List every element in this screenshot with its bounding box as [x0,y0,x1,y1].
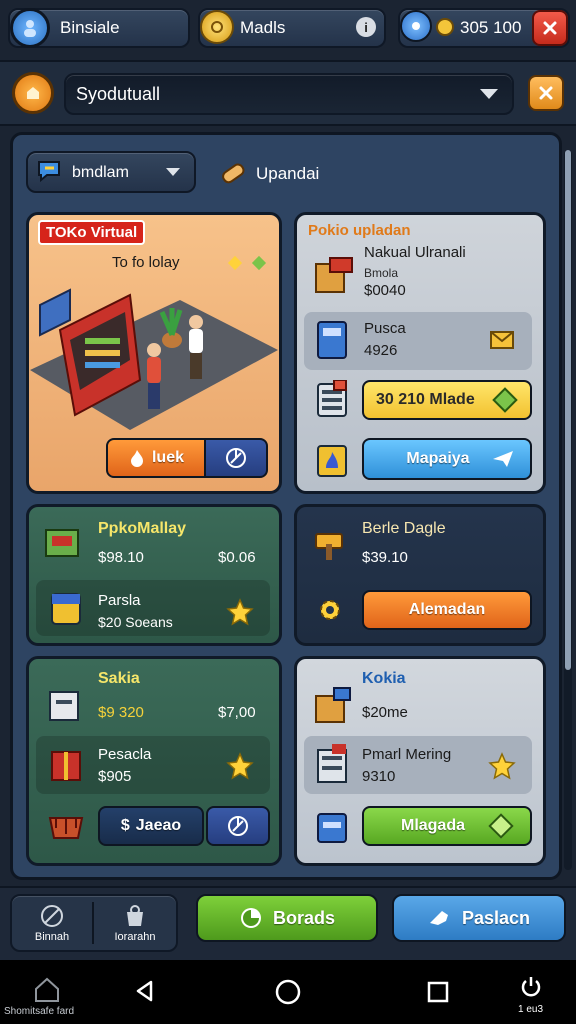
book-icon [314,318,350,362]
updates-item3-label: 30 210 Mlade [376,391,475,408]
tab-iorarahn-label: Iorarahn [114,931,156,943]
system-clock: 1 eu3 [518,1004,544,1015]
update-label[interactable]: Upandai [256,164,319,184]
coins-value: 305 100 [460,18,522,37]
updates-title: Pokio upladan [308,222,411,239]
paslacn-label: Paslacn [461,907,531,928]
sakla-button[interactable]: $ Jaeao [98,806,204,846]
sakla-price-left: $9 320 [98,704,144,721]
sakla-title: Sakia [98,670,140,687]
drawer-icon [314,808,350,846]
sakla-compass-button[interactable] [206,806,270,846]
close-panel-icon[interactable] [528,75,564,111]
compass-icon-2 [228,816,248,836]
flame-icon [128,449,146,467]
kokia-item-value: 9310 [362,768,396,785]
store-primary-button[interactable]: luek [106,438,206,478]
updates-item4-label: Mapaiya [406,450,470,467]
kokia-price: $20me [362,704,408,721]
gear-icon [316,596,344,624]
gear-coin-icon [400,10,432,42]
market-item-value: $20 Soeans [98,614,173,630]
market-price-right: $0.06 [218,549,256,566]
filter-value: bmdlam [72,164,129,181]
kokia-button-label: Mlagada [400,817,465,834]
updates-item2-name: Pusca [364,320,406,337]
tab-binnah[interactable]: Binnah [12,896,92,950]
sakla-price-right: $7,00 [218,704,256,721]
back-icon[interactable] [130,976,160,1006]
boards-label: Borads [272,907,335,928]
sakla-button-label: Jaeao [135,817,182,834]
gift-icon [46,742,86,786]
market-price-left: $98.10 [98,549,144,566]
sakla-item-value: $905 [98,768,132,785]
bundle-button-label: Alemadan [408,601,486,618]
system-caption: Shomitsafe fard [4,1006,75,1017]
medal-icon [200,10,234,44]
power-icon[interactable] [516,974,546,1000]
cash-register-icon [42,520,84,562]
main-dropdown-value: Syodutuall [76,84,161,104]
boards-icon [239,906,263,930]
kokia-title: Kokia [362,670,406,687]
envelope-icon [488,326,516,354]
profile-name: Binsiale [60,18,120,37]
boards-button[interactable]: Borads [196,894,378,942]
fire-box-icon [314,440,350,480]
package-icon [312,684,356,728]
star-icon-2 [226,752,254,780]
kokia-item-name: Pmarl Mering [362,746,452,763]
tab-binnah-label: Binnah [34,931,70,943]
send-icon [492,450,514,468]
store-compass-button[interactable] [204,438,268,478]
box-icon [44,684,84,724]
market-item-name: Parsla [98,592,141,609]
coin-icon [436,18,454,36]
updates-item1-name: Nakual Ulranali [364,244,466,261]
home-gear-icon[interactable] [12,72,54,114]
capsule-icon [218,158,248,188]
store-badge: TOKo Virtual [38,220,146,245]
sakla-item-name: Pesacla [98,746,152,763]
hammer-icon [310,522,350,562]
paint-can-icon [46,586,86,630]
tab-iorarahn[interactable]: Iorarahn [94,896,176,950]
hand-icon [428,907,452,929]
dollar-icon: $ [120,817,130,834]
basket-icon [46,806,86,842]
recents-icon[interactable] [424,978,452,1006]
filter-chevron-icon [166,168,180,176]
updates-item1-value: $0040 [364,282,406,299]
avatar-icon[interactable] [10,8,50,48]
crate-icon [312,254,356,298]
bundle-button[interactable]: Alemadan [362,590,532,630]
scrollbar-thumb[interactable] [565,150,571,670]
compass-icon [226,448,246,468]
bundle-price: $39.10 [362,549,408,566]
chat-icon [36,158,64,184]
store-subtitle: To fo lolay [112,254,180,271]
medals-label: Madls [240,18,286,37]
updates-item1-line2: Bmola [364,266,399,280]
updates-item2-value: 4926 [364,342,398,359]
star-icon-3 [488,752,516,780]
paslacn-button[interactable]: Paslacn [392,894,566,942]
no-entry-icon [41,905,63,927]
bag-icon [127,905,143,926]
store-primary-label: luek [151,449,184,466]
close-icon[interactable] [532,10,568,46]
info-icon[interactable]: i [356,17,376,37]
cabinet-icon [312,742,352,786]
market-title: PpkoMallay [98,520,187,537]
home-icon[interactable] [30,974,64,1004]
bundle-title: Berle Dagle [362,520,446,537]
home-circle-icon[interactable] [272,976,304,1008]
chevron-down-icon [480,89,498,99]
server-icon [314,380,350,420]
star-icon [226,598,254,626]
